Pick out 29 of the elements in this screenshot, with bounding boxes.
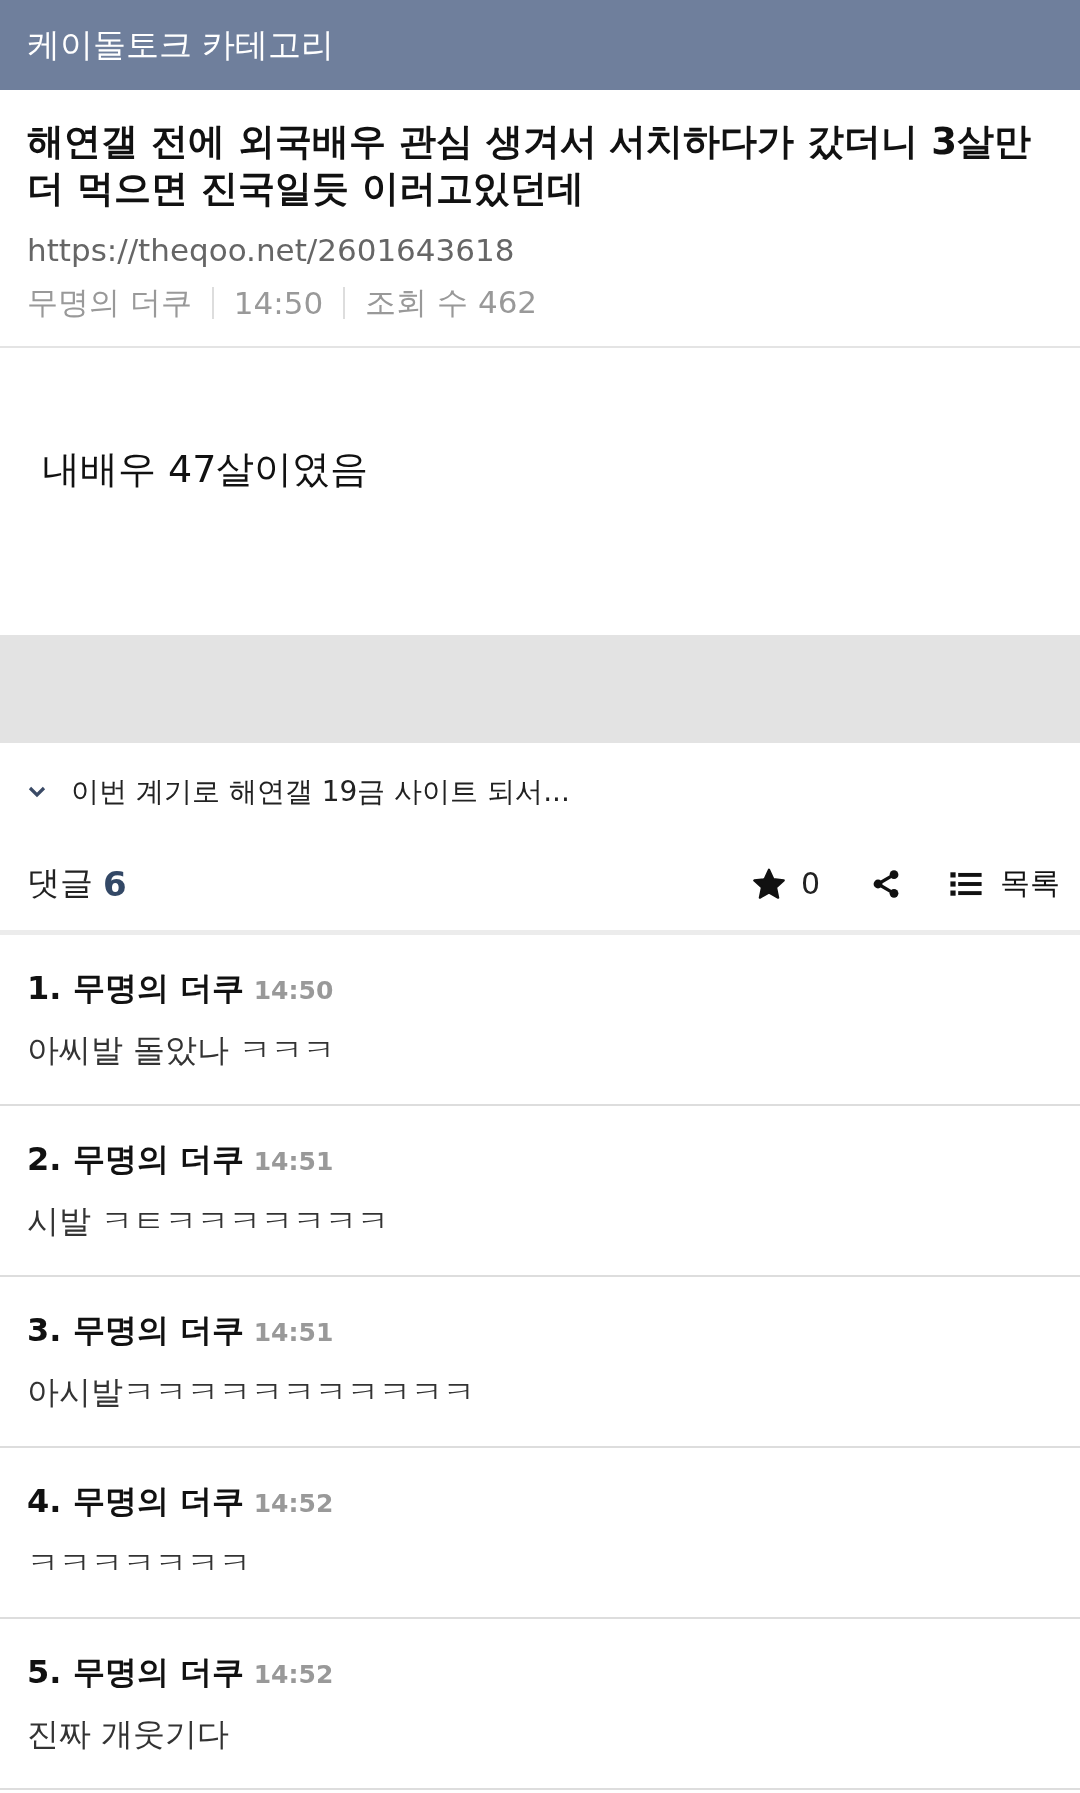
- comment-time: 14:52: [253, 1489, 334, 1518]
- category-title[interactable]: 케이돌토크 카테고리: [27, 22, 335, 68]
- post-url[interactable]: https://theqoo.net/2601643618: [27, 232, 1053, 268]
- post-time: 14:50: [233, 285, 324, 321]
- comment-time: 14:50: [253, 976, 334, 1005]
- post-title: 해연갤 전에 외국배우 관심 생겨서 서치하다가 갔더니 3살만 더 먹으면 진국일듯 이러고있던데: [27, 119, 1032, 212]
- chevron-down-icon: [27, 785, 47, 799]
- comment-author: 1. 무명의 더쿠: [27, 968, 244, 1009]
- view-count: 조회 수 462: [365, 283, 538, 322]
- post-author: 무명의 더쿠: [27, 283, 192, 322]
- comment-author: 2. 무명의 더쿠: [27, 1139, 244, 1180]
- comment-author: 4. 무명의 더쿠: [27, 1481, 244, 1522]
- comment-text: 아씨발 돌았나 ㅋㅋㅋ: [27, 1030, 337, 1071]
- post-body: 내배우 47살이였음: [42, 446, 370, 493]
- comment-time: 14:52: [253, 1660, 334, 1689]
- comment-text: ㅋㅋㅋㅋㅋㅋㅋ: [27, 1543, 252, 1584]
- list-icon: [950, 870, 982, 897]
- comment-author: 5. 무명의 더쿠: [27, 1652, 244, 1693]
- comment-author: 3. 무명의 더쿠: [27, 1310, 244, 1351]
- comment-time: 14:51: [253, 1318, 334, 1347]
- related-post-link[interactable]: 이번 계기로 해연갤 19금 사이트 되서...: [71, 773, 570, 811]
- comment-count: 6: [103, 863, 127, 904]
- comment-text: 시발 ㅋㅌㅋㅋㅋㅋㅋㅋㅋ: [27, 1201, 391, 1242]
- star-count: 0: [800, 866, 820, 901]
- list-button[interactable]: 목록: [950, 863, 1060, 904]
- comment-text: 아시발ㅋㅋㅋㅋㅋㅋㅋㅋㅋㅋㅋ: [27, 1372, 476, 1413]
- comment-text: 진짜 개웃기다: [27, 1714, 231, 1755]
- comment-time: 14:51: [253, 1147, 334, 1176]
- comments-label: 댓글: [27, 862, 93, 904]
